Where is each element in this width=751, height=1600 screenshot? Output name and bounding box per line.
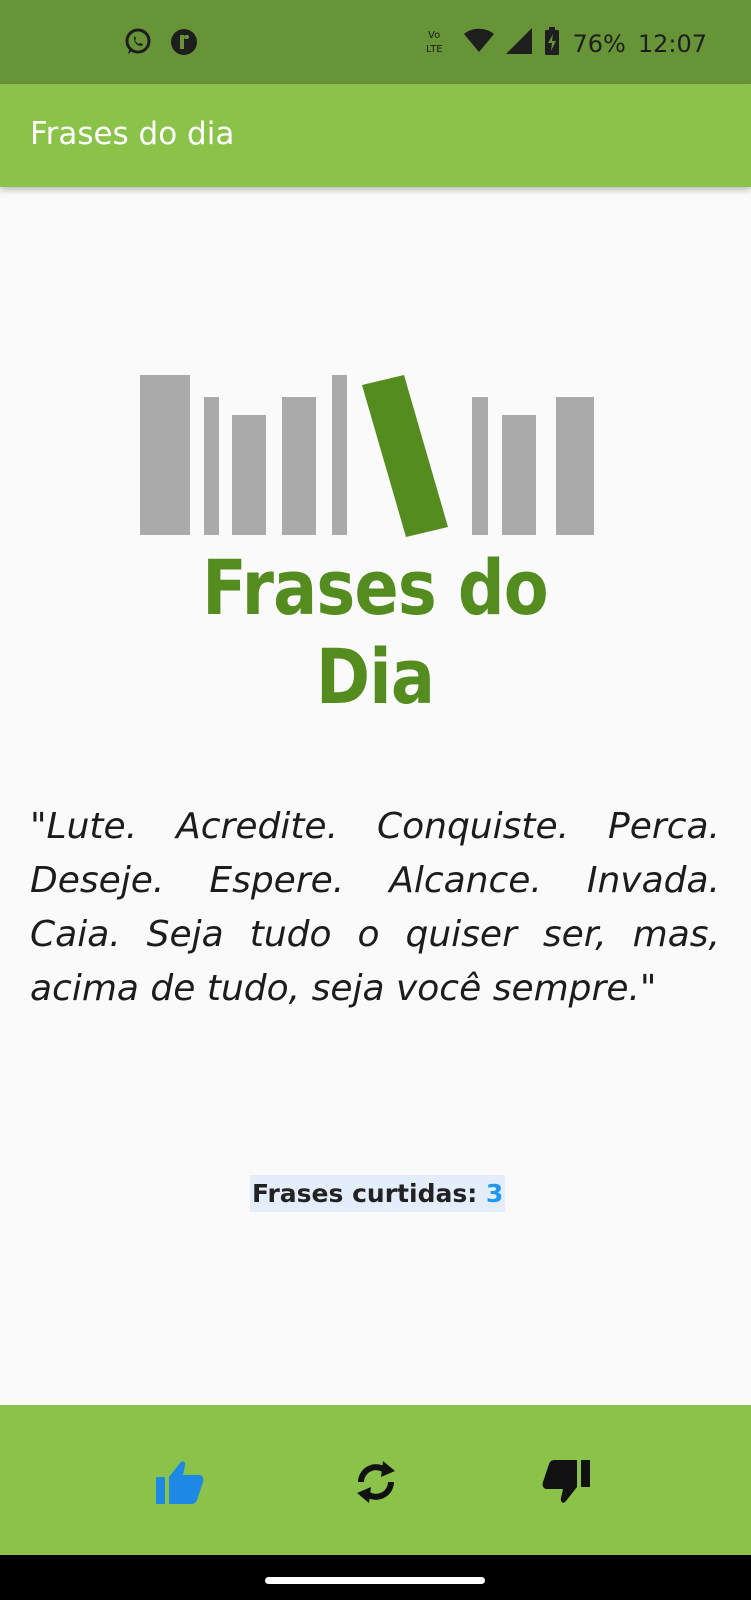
whatsapp-icon [124, 28, 152, 61]
counter-value: 3 [485, 1179, 504, 1208]
refresh-icon [357, 1461, 395, 1503]
thumb-up-icon [156, 1461, 204, 1504]
frases-do-dia-logo: Frases do Dia [140, 375, 610, 721]
app-screen: Vo LTE 76% 12:07 Frases do dia Frases do… [0, 0, 751, 1600]
battery-percentage: 76% [572, 29, 626, 58]
counter-label: Frases curtidas: [252, 1179, 486, 1208]
app-notification-icon [170, 28, 198, 61]
svg-text:LTE: LTE [426, 44, 443, 55]
app-bar: Frases do dia [0, 84, 751, 187]
like-button[interactable] [152, 1454, 208, 1510]
home-gesture-pill[interactable] [265, 1577, 485, 1584]
logo-books-graphic [140, 375, 594, 537]
dislike-button[interactable] [538, 1454, 594, 1510]
logo-text: Frases do Dia [202, 543, 549, 721]
liked-phrases-counter: Frases curtidas: 3 [250, 1175, 506, 1212]
status-time: 12:07 [637, 29, 707, 58]
wifi-icon [464, 28, 495, 59]
signal-icon [506, 28, 533, 59]
svg-text:Vo: Vo [428, 30, 440, 41]
thumb-down-icon [542, 1460, 590, 1503]
battery-icon [544, 27, 560, 60]
status-bar: Vo LTE 76% 12:07 [0, 0, 751, 84]
quote-text: "Lute. Acredite. Conquiste. Perca. Desej… [30, 806, 720, 1009]
volte-icon: Vo LTE [426, 26, 452, 61]
refresh-button[interactable] [348, 1454, 404, 1510]
app-title: Frases do dia [30, 116, 235, 152]
